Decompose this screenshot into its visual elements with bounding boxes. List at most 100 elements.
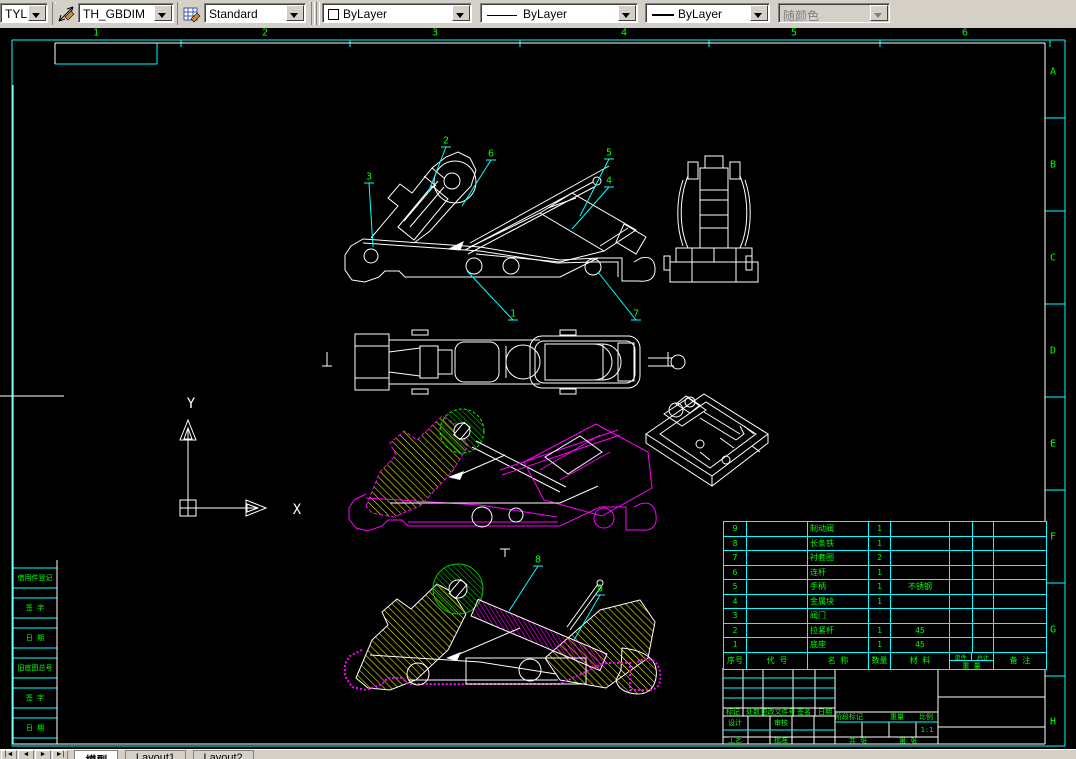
parts-list-cell-material: 45 [891,637,950,652]
parts-list-cell-name: 底座 [808,637,869,652]
parts-list-header-cell: 重 量 [962,661,981,669]
parts-list-cell-remark [994,622,1046,638]
parts-list-header-cell: 总计 [972,653,993,661]
parts-list-cell-remark [994,593,1046,609]
parts-list-header-cell: 备 注 [994,651,1046,669]
parts-list-cell-remark [994,579,1046,594]
parts-list-cell-total [973,637,994,652]
parts-list-cell-total [973,608,994,623]
toolbar-separator [316,2,320,25]
parts-list-cell-qty: 1 [869,521,891,536]
zone-letter: A [1049,66,1057,78]
parts-list-cell-name: 拉紧杆 [808,622,869,637]
parts-list-cell-qty: 1 [869,564,891,579]
title-block-label: 更改文件号 [760,708,796,716]
chevron-down-icon[interactable] [28,5,46,21]
parts-list-cell-unit [950,593,973,608]
parts-list-cell-total [973,622,994,637]
title-block-label: 1:1 [920,726,934,734]
linetype-combo[interactable]: ByLayer [480,3,638,23]
parts-list-cell-no: 3 [724,608,747,623]
ucs-y-label: Y [186,396,196,412]
parts-list-cell-no: 7 [724,550,747,565]
parts-list-row: 5 手柄 1 不锈钢 [724,579,1046,594]
zone-letter: C [1049,252,1057,264]
plot-style-value: 随颜色 [783,9,820,23]
parts-list-header-cell: 名 称 [808,651,869,669]
balloon-label: 2 [442,135,450,147]
parts-list-cell-material [891,564,950,579]
title-block-label: 工艺 [728,736,742,744]
parts-list-cell-code [747,564,808,579]
parts-list-row: 7 衬套圈 2 [724,550,1046,565]
chevron-down-icon[interactable] [618,5,636,21]
parts-list-row: 3 阀门 [724,608,1046,623]
color-combo[interactable]: ByLayer [322,3,472,23]
parts-list-cell-code [747,622,808,637]
parts-list-cell-no: 8 [724,535,747,550]
table-style-combo[interactable]: Standard [204,3,306,23]
parts-list-row: 1 底座 1 45 [724,637,1046,652]
parts-list-cell-unit [950,564,973,579]
parts-list-cell-no: 5 [724,579,747,594]
margin-strip-label: 日 期 [25,634,45,642]
parts-list-cell-code [747,535,808,550]
table-style-icon[interactable] [180,3,204,26]
title-block-label: 批准 [774,736,788,744]
parts-list-cell-material [891,550,950,565]
parts-list-cell-name: 金属块 [808,593,869,608]
linetype-swatch [487,15,517,16]
parts-list-cell-remark [994,521,1046,536]
parts-list-row: 4 金属块 1 [724,593,1046,609]
parts-list-cell-unit [950,550,973,565]
dim-style-combo[interactable]: TH_GBDIM [78,3,174,23]
parts-list-cell-total [973,550,994,565]
zone-letter: E [1049,438,1057,450]
parts-list-cell-material [891,521,950,536]
lineweight-combo[interactable]: ByLayer [645,3,770,23]
parts-list-cell-material: 不锈钢 [891,579,950,594]
dim-style-icon[interactable] [55,3,79,26]
title-block-label: 重量 [890,713,904,721]
color-swatch [328,9,339,20]
parts-list-cell-code [747,579,808,594]
parts-list-cell-name: 手柄 [808,579,869,594]
parts-list-cell-code [747,593,808,608]
parts-list-header-cell: 序号 [724,651,747,669]
drawing-canvas[interactable]: 1 2 3 4 5 6 A B C D E F G H 3 2 6 5 4 1 7 8 9 借用件登记签 字日 期旧底图总号签… [0,28,1076,749]
chevron-down-icon[interactable] [286,5,304,21]
parts-list-cell-remark [994,608,1046,623]
parts-list-cell-remark [994,550,1046,565]
lineweight-value: ByLayer [678,7,723,21]
zone-letter: B [1049,159,1057,171]
parts-list-cell-name: 阀门 [808,608,869,623]
balloon-label: 8 [534,554,542,566]
parts-list-cell-qty: 1 [869,593,891,608]
parts-list-cell-unit [950,637,973,652]
lineweight-swatch [652,14,674,16]
balloon-label: 5 [605,147,613,159]
chevron-down-icon [870,5,888,21]
parts-list-cell-remark [994,535,1046,551]
parts-list-cell-total [973,593,994,608]
title-block-label: 处数 [746,708,760,716]
parts-list-header: 序号代 号名 称数量材 料单件 总计重 量备 注 [724,651,1046,669]
balloon-label: 3 [365,171,373,183]
parts-list-cell-qty: 1 [869,637,891,652]
chevron-down-icon[interactable] [154,5,172,21]
margin-strip-label: 借用件登记 [17,574,53,582]
parts-list-row: 6 连杆 1 [724,564,1046,579]
margin-strip-label: 签 字 [25,694,45,702]
text-style-combo[interactable]: TYLE [0,3,48,23]
parts-list-cell-qty: 2 [869,550,891,565]
zone-letter: H [1049,716,1057,728]
parts-list-weight-header: 单件 总计重 量 [950,651,994,669]
title-block-label: 设计 [728,719,742,727]
parts-list-cell-qty [869,608,891,623]
parts-list-cell-no: 9 [724,521,747,536]
parts-list-cell-total [973,535,994,550]
chevron-down-icon[interactable] [750,5,768,21]
parts-list-cell-unit [950,622,973,637]
parts-list-cell-unit [950,521,973,536]
chevron-down-icon[interactable] [452,5,470,21]
